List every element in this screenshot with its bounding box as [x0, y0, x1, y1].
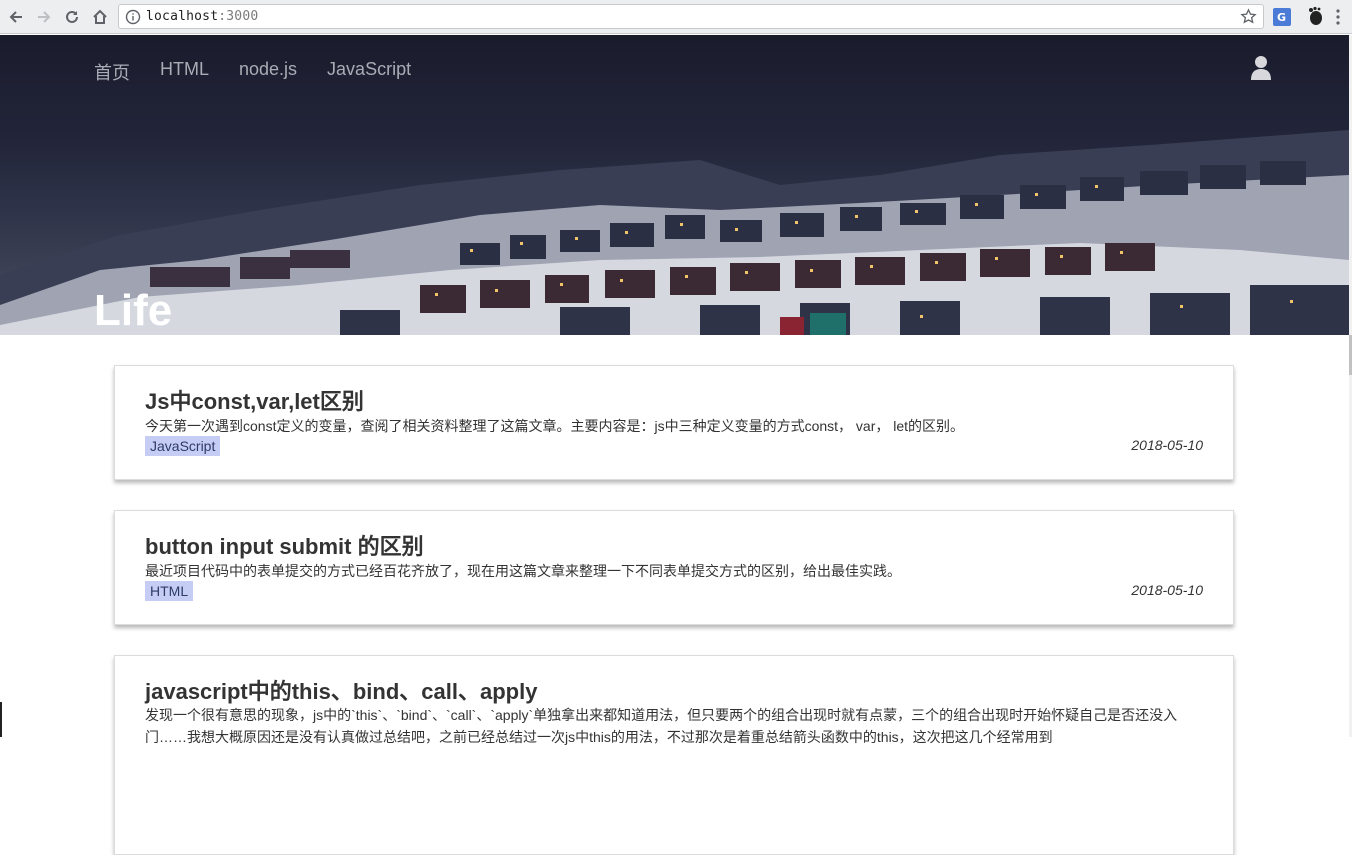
- nav-item-nodejs[interactable]: node.js: [239, 59, 297, 85]
- post-card[interactable]: button input submit 的区别 最近项目代码中的表单提交的方式已…: [114, 510, 1234, 625]
- hero-banner: 首页 HTML node.js JavaScript Life: [0, 35, 1349, 335]
- bookmark-star-icon[interactable]: [1240, 8, 1257, 25]
- post-tag[interactable]: JavaScript: [145, 436, 221, 456]
- post-tag[interactable]: HTML: [145, 581, 194, 601]
- post-title[interactable]: javascript中的this、bind、call、apply: [145, 674, 537, 706]
- page-title: Life: [94, 286, 173, 335]
- post-date: 2018-05-10: [1131, 582, 1203, 598]
- address-bar[interactable]: localhost:3000: [118, 4, 1264, 29]
- text-cursor: [0, 702, 2, 737]
- back-icon[interactable]: [5, 6, 27, 28]
- nav-item-javascript[interactable]: JavaScript: [327, 59, 411, 85]
- post-card[interactable]: Js中const,var,let区别 今天第一次遇到const定义的变量，查阅了…: [114, 365, 1234, 480]
- user-icon[interactable]: [1250, 55, 1272, 81]
- post-title[interactable]: Js中const,var,let区别: [145, 384, 364, 416]
- gnome-extension-icon[interactable]: [1306, 6, 1326, 26]
- post-excerpt: 最近项目代码中的表单提交的方式已经百花齐放了，现在用这篇文章来整理一下不同表单提…: [145, 563, 901, 579]
- post-excerpt: 今天第一次遇到const定义的变量，查阅了相关资料整理了这篇文章。主要内容是：j…: [145, 418, 965, 434]
- nav-item-home[interactable]: 首页: [94, 59, 130, 85]
- forward-icon[interactable]: [33, 6, 55, 28]
- info-icon[interactable]: [125, 9, 141, 25]
- nav-item-html[interactable]: HTML: [160, 59, 209, 85]
- post-card[interactable]: javascript中的this、bind、call、apply 发现一个很有意…: [114, 655, 1234, 855]
- post-excerpt: 发现一个很有意思的现象，js中的`this`、`bind`、`call`、`ap…: [145, 707, 1178, 745]
- main-nav: 首页 HTML node.js JavaScript: [94, 59, 411, 85]
- url-text[interactable]: localhost:3000: [146, 9, 258, 24]
- browser-toolbar: localhost:3000 G: [0, 0, 1352, 34]
- translate-extension-icon[interactable]: G: [1272, 7, 1292, 27]
- menu-icon[interactable]: [1335, 8, 1341, 26]
- post-date: 2018-05-10: [1131, 437, 1203, 453]
- home-icon[interactable]: [89, 6, 111, 28]
- svg-text:G: G: [1277, 11, 1286, 24]
- post-title[interactable]: button input submit 的区别: [145, 529, 424, 561]
- reload-icon[interactable]: [61, 6, 83, 28]
